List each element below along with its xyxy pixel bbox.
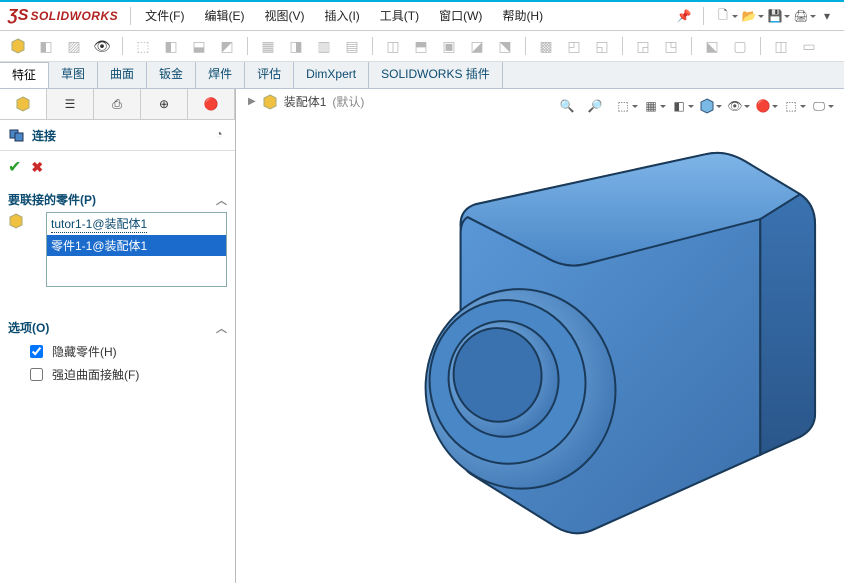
tool-btn-9[interactable]: ▦ (256, 34, 280, 58)
option-label-0: 隐藏零件(H) (52, 343, 117, 360)
tool-btn-18[interactable]: ▩ (534, 34, 558, 58)
screen-icon[interactable]: 🖵 (808, 95, 830, 117)
tool-eye-icon[interactable]: 👁 (90, 34, 114, 58)
tool-btn-19[interactable]: ◰ (562, 34, 586, 58)
tool-cube-icon[interactable] (6, 34, 30, 58)
command-tab-3[interactable]: 钣金 (147, 62, 196, 88)
tool-btn-12[interactable]: ▤ (340, 34, 364, 58)
command-tab-5[interactable]: 评估 (245, 62, 294, 88)
ok-button[interactable]: ✔ (8, 157, 21, 177)
menu-1[interactable]: 编辑(E) (194, 2, 254, 30)
collapse-icon: ︿ (216, 320, 227, 336)
options-section-header[interactable]: 选项(O) ︿ (8, 315, 227, 340)
appearance-icon[interactable]: 🔴 (752, 95, 774, 117)
tool-btn-13[interactable]: ◫ (381, 34, 405, 58)
command-tab-6[interactable]: DimXpert (294, 62, 369, 88)
command-tab-2[interactable]: 曲面 (98, 62, 147, 88)
scene-icon[interactable]: ⬚ (780, 95, 802, 117)
option-checkbox-1[interactable] (30, 368, 43, 381)
tool-btn-21[interactable]: ◲ (631, 34, 655, 58)
option-row-1[interactable]: 强迫曲面接触(F) (8, 363, 227, 386)
entities-to-join-list[interactable]: tutor1-1@装配体1零件1-1@装配体1 (46, 212, 227, 287)
tool-btn-25[interactable]: ◫ (769, 34, 793, 58)
tool-btn-6[interactable]: ◧ (159, 34, 183, 58)
tool-btn-16[interactable]: ◪ (465, 34, 489, 58)
tool-btn-11[interactable]: ▥ (312, 34, 336, 58)
app-logo: ƷS SOLIDWORKS (0, 7, 126, 25)
menu-6[interactable]: 帮助(H) (492, 2, 553, 30)
cube-view-icon[interactable] (696, 95, 718, 117)
option-label-1: 强迫曲面接触(F) (52, 366, 139, 383)
command-tab-1[interactable]: 草图 (49, 62, 98, 88)
fm-tab-feature[interactable] (0, 89, 47, 119)
command-tab-7[interactable]: SOLIDWORKS 插件 (369, 62, 503, 88)
fm-tab-config[interactable]: ⎙ (94, 89, 141, 119)
doc-name: 装配体1 (284, 93, 327, 110)
join-icon (8, 126, 26, 144)
ds-icon: ƷS (8, 7, 28, 25)
options-section-title: 选项(O) (8, 319, 49, 336)
more-icon[interactable]: ▾ (816, 5, 838, 27)
zoom-area-icon[interactable]: 🔎 (584, 95, 606, 117)
tool-btn-5[interactable]: ⬚ (131, 34, 155, 58)
menu-0[interactable]: 文件(F) (135, 2, 194, 30)
graphics-area[interactable]: ▶ 装配体1 (默认) 🔍 🔎 ⬚ ▦ ◧ 👁 🔴 ⬚ 🖵 (236, 89, 844, 583)
3d-model (236, 89, 844, 583)
new-file-icon[interactable]: 🗋 (712, 5, 734, 27)
cancel-button[interactable]: ✖ (31, 159, 43, 176)
tool-btn-17[interactable]: ⬔ (493, 34, 517, 58)
parts-section-title: 要联接的零件(P) (8, 191, 96, 208)
tool-btn-15[interactable]: ▣ (437, 34, 461, 58)
command-tabs: 特征草图曲面钣金焊件评估DimXpertSOLIDWORKS 插件 (0, 62, 844, 89)
part-icon (8, 213, 24, 229)
view-orientation-icon[interactable]: ⬚ (612, 95, 634, 117)
option-checkbox-0[interactable] (30, 345, 43, 358)
menu-4[interactable]: 工具(T) (370, 2, 429, 30)
pin-icon[interactable]: 📌 (673, 5, 695, 27)
open-file-icon[interactable]: 📂 (738, 5, 760, 27)
tool-btn-3[interactable]: ▨ (62, 34, 86, 58)
tool-btn-10[interactable]: ◨ (284, 34, 308, 58)
print-icon[interactable]: 🖨 (790, 5, 812, 27)
menu-bar: ƷS SOLIDWORKS 文件(F)编辑(E)视图(V)插入(I)工具(T)窗… (0, 2, 844, 31)
tool-btn-22[interactable]: ◳ (659, 34, 683, 58)
fm-tab-dim[interactable]: ⊕ (141, 89, 188, 119)
tool-btn-24[interactable]: ▢ (728, 34, 752, 58)
breadcrumb[interactable]: ▶ 装配体1 (默认) (240, 91, 372, 112)
tool-btn-8[interactable]: ◩ (215, 34, 239, 58)
tool-btn-7[interactable]: ⬓ (187, 34, 211, 58)
menu-3[interactable]: 插入(I) (314, 2, 369, 30)
menu-2[interactable]: 视图(V) (254, 2, 314, 30)
doc-state: (默认) (332, 93, 364, 110)
fm-tab-appearance[interactable]: 🔴 (188, 89, 235, 119)
part-row-1[interactable]: 零件1-1@装配体1 (47, 235, 226, 256)
section-icon[interactable]: ◧ (668, 95, 690, 117)
tool-btn-2[interactable]: ◧ (34, 34, 58, 58)
command-tab-0[interactable]: 特征 (0, 62, 49, 88)
menu-5[interactable]: 窗口(W) (429, 2, 492, 30)
zoom-fit-icon[interactable]: 🔍 (556, 95, 578, 117)
feature-title: 连接 (32, 127, 56, 144)
logo-text: SOLIDWORKS (30, 9, 118, 23)
tool-btn-23[interactable]: ⬕ (700, 34, 724, 58)
command-tab-4[interactable]: 焊件 (196, 62, 245, 88)
part-row-0[interactable]: tutor1-1@装配体1 (47, 213, 226, 235)
parts-section-header[interactable]: 要联接的零件(P) ︿ (8, 187, 227, 212)
hide-show-icon[interactable]: 👁 (724, 95, 746, 117)
fm-tab-property[interactable]: ☰ (47, 89, 94, 119)
collapse-icon: ︿ (216, 192, 227, 208)
chevron-right-icon: ▶ (248, 96, 256, 107)
option-row-0[interactable]: 隐藏零件(H) (8, 340, 227, 363)
save-icon[interactable]: 💾 (764, 5, 786, 27)
help-icon[interactable]: ◔ (211, 127, 227, 143)
assembly-icon (262, 94, 278, 110)
tool-btn-14[interactable]: ⬒ (409, 34, 433, 58)
command-toolbar: ◧ ▨ 👁 ⬚ ◧ ⬓ ◩ ▦ ◨ ▥ ▤ ◫ ⬒ ▣ ◪ ⬔ ▩ ◰ ◱ ◲ … (0, 31, 844, 62)
display-style-icon[interactable]: ▦ (640, 95, 662, 117)
feature-manager-panel: ☰ ⎙ ⊕ 🔴 连接 ◔ ✔ ✖ 要联接的零件(P) ︿ tutor1-1@装配… (0, 89, 236, 583)
tool-btn-26[interactable]: ▭ (797, 34, 821, 58)
tool-btn-20[interactable]: ◱ (590, 34, 614, 58)
